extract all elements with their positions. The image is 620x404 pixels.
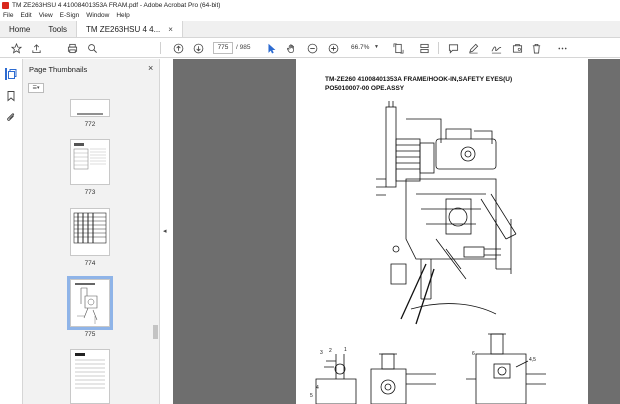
delete-icon[interactable] <box>530 42 542 54</box>
page-number-input[interactable]: 775 <box>213 42 233 54</box>
thumbnail-label: 774 <box>84 260 96 267</box>
callout-label: 3 <box>320 350 323 356</box>
thumbnail-page-772[interactable] <box>70 99 110 117</box>
fit-page-icon[interactable] <box>392 42 404 54</box>
thumbnail-page-776[interactable] <box>70 349 110 404</box>
menu-help[interactable]: Help <box>116 12 129 19</box>
left-nav-strip <box>0 59 23 404</box>
zoom-level[interactable]: 66.7% <box>351 44 369 51</box>
more-icon[interactable] <box>556 42 568 54</box>
thumbnail-label: 773 <box>84 189 96 196</box>
menu-esign[interactable]: E-Sign <box>60 12 80 19</box>
search-icon[interactable] <box>86 42 98 54</box>
thumbnail-options-button[interactable]: ☰▾ <box>28 83 44 93</box>
comment-icon[interactable] <box>447 42 459 54</box>
menu-edit[interactable]: Edit <box>20 12 31 19</box>
zoom-out-icon[interactable] <box>306 42 318 54</box>
page-title-line2: PO5010007-00 OPE.ASSY <box>325 85 405 92</box>
sign-icon[interactable] <box>490 42 502 54</box>
callout-label: 6 <box>472 351 475 357</box>
page-thumbnails-panel: Page Thumbnails × ☰▾ 772 773 774 775 <box>23 59 160 404</box>
thumbnail-label: 772 <box>84 121 96 128</box>
acrobat-app-icon <box>2 1 9 9</box>
document-viewer[interactable]: TM-ZE260 41008401353A FRAME/HOOK-IN,SAFE… <box>173 59 620 404</box>
page-thumbnails-icon[interactable] <box>5 68 17 80</box>
toolbar-divider <box>438 42 439 54</box>
prev-page-icon[interactable] <box>172 42 184 54</box>
close-panel-icon[interactable]: × <box>148 63 153 73</box>
toolbar: 775 / 985 66.7% ▼ <box>0 38 620 58</box>
toolbar-divider <box>160 42 161 54</box>
close-tab-icon[interactable]: × <box>168 25 173 34</box>
upload-icon[interactable] <box>30 42 42 54</box>
thumbnail-page-775[interactable] <box>67 276 113 330</box>
tab-document-label: TM ZE263HSU 4 4... <box>86 24 161 34</box>
page-total: / 985 <box>236 44 251 51</box>
highlight-pen-icon[interactable] <box>467 42 479 54</box>
menu-file[interactable]: File <box>3 12 13 19</box>
menu-view[interactable]: View <box>39 12 53 19</box>
next-page-icon[interactable] <box>192 42 204 54</box>
thumbnail-scrollbar[interactable] <box>153 99 158 399</box>
thumbnail-page-773[interactable] <box>70 139 110 185</box>
menu-window[interactable]: Window <box>86 12 109 19</box>
technical-drawing: 3 2 1 4 5 6 4,5 <box>310 101 546 404</box>
star-icon[interactable] <box>10 42 22 54</box>
attachments-icon[interactable] <box>5 111 17 123</box>
thumbnail-page-774[interactable] <box>70 208 110 256</box>
zoom-in-icon[interactable] <box>327 42 339 54</box>
stamp-icon[interactable] <box>511 42 523 54</box>
select-cursor-icon[interactable] <box>265 42 277 54</box>
scroll-mode-icon[interactable] <box>418 42 430 54</box>
callout-label: 2 <box>329 348 332 354</box>
tab-tools[interactable]: Tools <box>39 21 76 37</box>
bookmarks-icon[interactable] <box>5 90 17 102</box>
callout-label: 4,5 <box>529 357 536 363</box>
collapse-panel-arrow-icon[interactable]: ◂ <box>163 227 167 235</box>
pdf-page: TM-ZE260 41008401353A FRAME/HOOK-IN,SAFE… <box>296 59 588 404</box>
page-title-line1: TM-ZE260 41008401353A FRAME/HOOK-IN,SAFE… <box>325 76 513 83</box>
hand-icon[interactable] <box>285 42 297 54</box>
zoom-dropdown-icon[interactable]: ▼ <box>374 44 379 50</box>
thumbnail-label: 775 <box>84 331 96 338</box>
title-bar: TM ZE263HSU 4 41008401353A FRAM.pdf - Ad… <box>0 0 620 10</box>
menu-bar: File Edit View E-Sign Window Help <box>0 10 620 21</box>
tab-document[interactable]: TM ZE263HSU 4 4... × <box>76 21 183 37</box>
callout-label: 4 <box>316 385 319 391</box>
tab-home[interactable]: Home <box>0 21 39 37</box>
panel-title: Page Thumbnails <box>29 65 88 74</box>
window-title: TM ZE263HSU 4 41008401353A FRAM.pdf - Ad… <box>12 1 221 9</box>
collapse-panel-strip[interactable]: ◂ <box>160 59 173 404</box>
callout-label: 5 <box>310 393 313 399</box>
tab-bar: Home Tools TM ZE263HSU 4 4... × <box>0 21 620 38</box>
print-icon[interactable] <box>66 42 78 54</box>
callout-label: 1 <box>344 347 347 353</box>
thumbnail-scrollbar-thumb[interactable] <box>153 325 158 339</box>
